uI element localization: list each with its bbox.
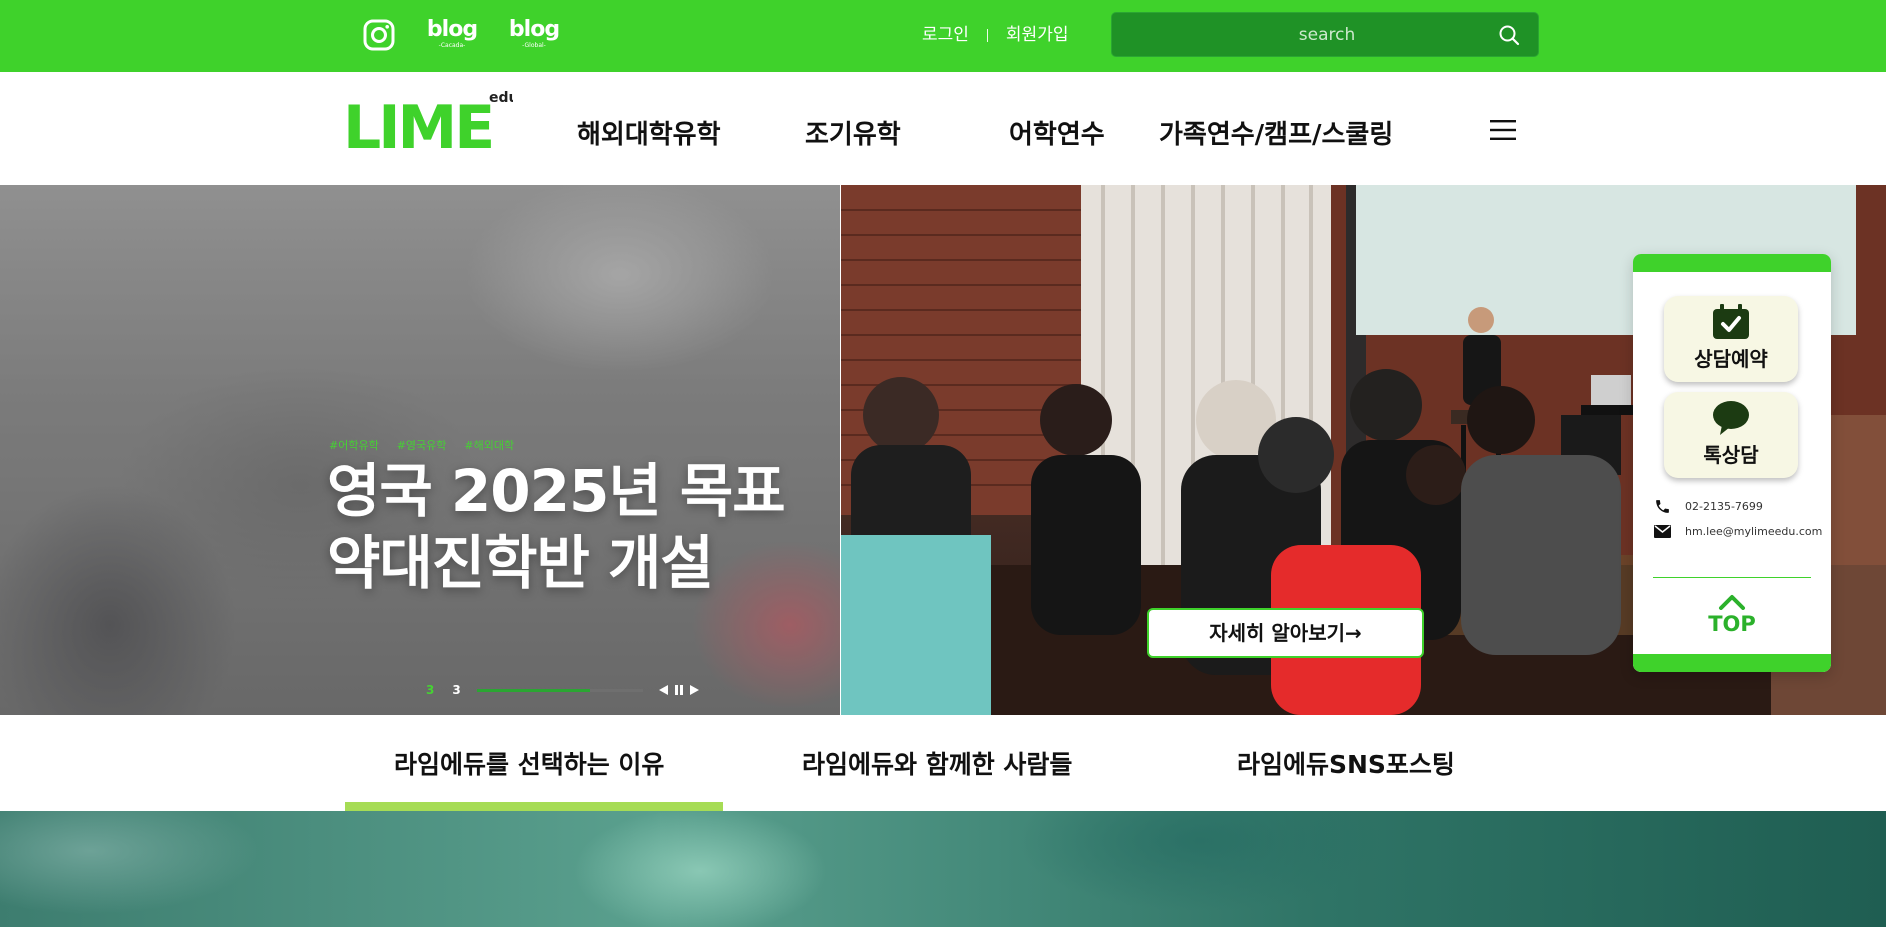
auth-divider xyxy=(986,28,988,42)
hero-slider xyxy=(0,185,1886,715)
top-label: TOP xyxy=(1708,612,1756,636)
phone-number: 02-2135-7699 xyxy=(1685,500,1763,513)
phone-icon xyxy=(1656,500,1669,513)
search-icon[interactable] xyxy=(1498,24,1520,46)
slide-progress-bar xyxy=(476,688,643,692)
learn-more-button[interactable]: 자세히 알아보기→ xyxy=(1147,608,1424,658)
email-contact[interactable]: hm.lee@mylimeedu.com xyxy=(1654,525,1822,538)
instagram-icon[interactable] xyxy=(362,18,396,52)
panel-divider xyxy=(1653,577,1811,578)
calendar-check-icon xyxy=(1713,304,1749,339)
search-box xyxy=(1111,12,1539,57)
tab-lime-edu-sns[interactable]: 라임에듀SNS포스팅 xyxy=(1237,747,1455,783)
quick-contact-panel: 상담예약 톡상담 02-2135-7699 hm.lee@mylimeedu.c… xyxy=(1633,254,1831,672)
slide-current: 3 xyxy=(426,683,435,697)
hero-tag[interactable]: #해외대학 xyxy=(464,437,514,453)
scroll-top-button[interactable]: TOP xyxy=(1633,594,1831,644)
blog-cacada-link[interactable]: blog -Cacada- xyxy=(426,18,478,52)
hamburger-icon[interactable] xyxy=(1490,119,1516,141)
social-links: blog -Cacada- blog -Global- xyxy=(362,16,560,54)
signup-link[interactable]: 회원가입 xyxy=(1006,22,1069,48)
svg-text:LIME: LIME xyxy=(343,93,492,150)
consult-reserve-label: 상담예약 xyxy=(1694,347,1768,371)
blog-sub-label: -Global- xyxy=(522,42,546,49)
talk-consult-button[interactable]: 톡상담 xyxy=(1664,392,1798,478)
hero-headline: 영국 2025년 목표 약대진학반 개설 xyxy=(327,455,786,599)
site-header xyxy=(0,72,1886,185)
hero-headline-line: 약대진학반 개설 xyxy=(327,529,714,597)
prev-arrow-icon[interactable] xyxy=(658,685,668,695)
consult-reserve-button[interactable]: 상담예약 xyxy=(1664,296,1798,382)
hero-headline-line: 영국 2025년 목표 xyxy=(327,457,786,525)
slide-pager: 3 3 xyxy=(426,683,699,697)
mail-icon xyxy=(1654,525,1671,538)
tab-why-lime-edu[interactable]: 라임에듀를 선택하는 이유 xyxy=(394,747,664,783)
section-banner-image xyxy=(0,811,1886,927)
tab-people-with-lime-edu[interactable]: 라임에듀와 함께한 사람들 xyxy=(802,747,1072,783)
top-bar: blog -Cacada- blog -Global- 로그인 회원가입 xyxy=(0,0,1886,72)
slide-progress-fill xyxy=(476,688,590,692)
slide-controls xyxy=(658,685,699,695)
login-link[interactable]: 로그인 xyxy=(922,22,969,48)
hero-tag[interactable]: #영국유학 xyxy=(397,437,447,453)
hero-tag[interactable]: #어학유학 xyxy=(329,437,379,453)
nav-item-early-study[interactable]: 조기유학 xyxy=(805,115,901,155)
chat-bubble-icon xyxy=(1713,401,1749,435)
svg-text:edu: edu xyxy=(489,90,513,106)
search-input[interactable] xyxy=(1112,13,1482,56)
nav-item-overseas-university[interactable]: 해외대학유학 xyxy=(577,115,721,155)
auth-links: 로그인 회원가입 xyxy=(922,22,1068,48)
blog-global-link[interactable]: blog -Global- xyxy=(508,18,560,52)
lime-edu-logo[interactable]: LIME edu xyxy=(343,90,513,150)
talk-consult-label: 톡상담 xyxy=(1703,443,1759,467)
blog-label: blog xyxy=(508,17,560,42)
nav-item-language-training[interactable]: 어학연수 xyxy=(1009,115,1105,155)
next-arrow-icon[interactable] xyxy=(689,685,699,695)
email-address: hm.lee@mylimeedu.com xyxy=(1685,525,1823,538)
nav-item-family-camp-schooling[interactable]: 가족연수/캠프/스쿨링 xyxy=(1159,115,1393,155)
chevron-up-icon xyxy=(1719,595,1745,610)
active-tab-indicator xyxy=(345,802,723,811)
blog-label: blog xyxy=(426,17,478,42)
phone-contact[interactable]: 02-2135-7699 xyxy=(1654,498,1763,515)
slide-total: 3 xyxy=(452,683,461,697)
blog-sub-label: -Cacada- xyxy=(438,42,466,49)
hero-tags: #어학유학 #영국유학 #해외대학 xyxy=(329,437,514,453)
pause-icon[interactable] xyxy=(674,685,684,695)
